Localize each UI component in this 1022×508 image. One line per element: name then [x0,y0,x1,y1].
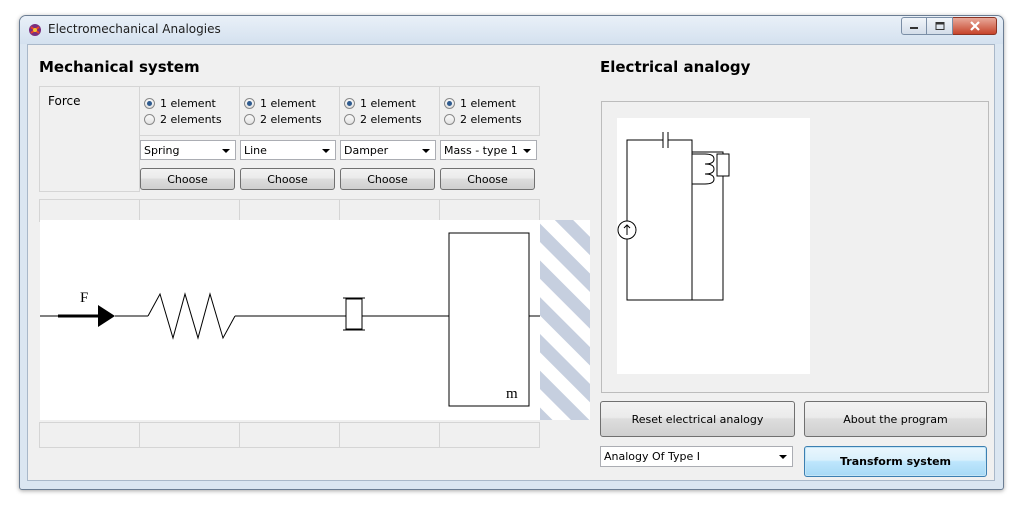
choose-button[interactable]: Choose [340,168,435,190]
element-type-value: Mass - type 1 [444,144,518,157]
reset-electrical-analogy-button[interactable]: Reset electrical analogy [600,401,795,437]
grid-strip-top [239,199,340,222]
grid-strip-top [339,199,440,222]
electrical-heading: Electrical analogy [600,58,751,76]
radio-label: 2 elements [460,112,522,126]
element-options-4: 1 element 2 elements [439,86,540,136]
minimize-button[interactable] [901,17,927,35]
mass-symbol: m [506,386,518,402]
radio-label: 2 elements [160,112,222,126]
mass: m [448,232,540,407]
element-options-2: 1 element 2 elements [239,86,340,136]
choose-button[interactable]: Choose [140,168,235,190]
title-bar[interactable]: Electromechanical Analogies [20,16,1003,44]
element-type-select[interactable]: Mass - type 1 [440,140,537,160]
mechanical-heading: Mechanical system [39,58,200,76]
element-options-3: 1 element 2 elements [339,86,440,136]
radio-label: 1 element [360,96,416,110]
dropdown-arrow-icon [222,149,230,153]
radio-1-element[interactable]: 1 element [144,96,240,110]
radio-label: 1 element [160,96,216,110]
force-symbol: F [80,290,88,306]
element-type-select[interactable]: Line [240,140,336,160]
wall-hatch [540,220,590,420]
force-label: Force [48,94,81,108]
radio-dot [144,97,155,109]
radio-dot [444,97,455,109]
radio-1-element[interactable]: 1 element [344,96,440,110]
dropdown-arrow-icon [779,455,787,459]
app-window: Electromechanical Analogies Mechanical s… [19,15,1004,490]
window-title: Electromechanical Analogies [48,22,221,36]
radio-dot [244,113,255,125]
grid-strip-top [39,199,140,222]
caption-buttons [901,17,997,35]
radio-label: 1 element [460,96,516,110]
element-type-value: Spring [144,144,180,157]
dropdown-arrow-icon [523,149,531,153]
radio-dot [244,97,255,109]
radio-dot [444,113,455,125]
electrical-panel [601,101,989,393]
close-icon [969,21,980,31]
element-type-select[interactable]: Spring [140,140,236,160]
grid-strip-bottom [439,422,540,448]
radio-1-element[interactable]: 1 element [244,96,340,110]
electrical-diagram [617,118,810,374]
force-cell: Force [39,86,140,192]
radio-label: 1 element [260,96,316,110]
maximize-icon [935,22,944,30]
dropdown-arrow-icon [422,149,430,153]
element-type-select[interactable]: Damper [340,140,436,160]
element-type-value: Damper [344,144,389,157]
minimize-icon [910,27,918,29]
radio-2-elements[interactable]: 2 elements [144,112,240,126]
maximize-button[interactable] [927,17,953,35]
radio-label: 2 elements [360,112,422,126]
client-area: Mechanical system Force 1 element 2 elem… [27,44,995,481]
choose-button[interactable]: Choose [240,168,335,190]
grid-strip-top [439,199,540,222]
radio-dot [144,113,155,125]
dropdown-arrow-icon [322,149,330,153]
grid-strip-bottom [39,422,140,448]
transform-system-button[interactable]: Transform system [804,446,987,477]
analogy-type-value: Analogy Of Type I [604,450,701,463]
grid-strip-bottom [339,422,440,448]
radio-1-element[interactable]: 1 element [444,96,540,110]
choose-button[interactable]: Choose [440,168,535,190]
radio-2-elements[interactable]: 2 elements [444,112,540,126]
mechanical-diagram: F m [40,220,590,420]
app-icon [29,24,41,36]
radio-label: 2 elements [260,112,322,126]
radio-dot [344,113,355,125]
element-type-value: Line [244,144,267,157]
close-button[interactable] [953,17,997,35]
radio-dot [344,97,355,109]
analogy-type-select[interactable]: Analogy Of Type I [600,446,793,467]
grid-strip-bottom [239,422,340,448]
about-program-button[interactable]: About the program [804,401,987,437]
grid-strip-bottom [139,422,240,448]
radio-2-elements[interactable]: 2 elements [244,112,340,126]
grid-strip-top [139,199,240,222]
element-options-1: 1 element 2 elements [139,86,240,136]
radio-2-elements[interactable]: 2 elements [344,112,440,126]
